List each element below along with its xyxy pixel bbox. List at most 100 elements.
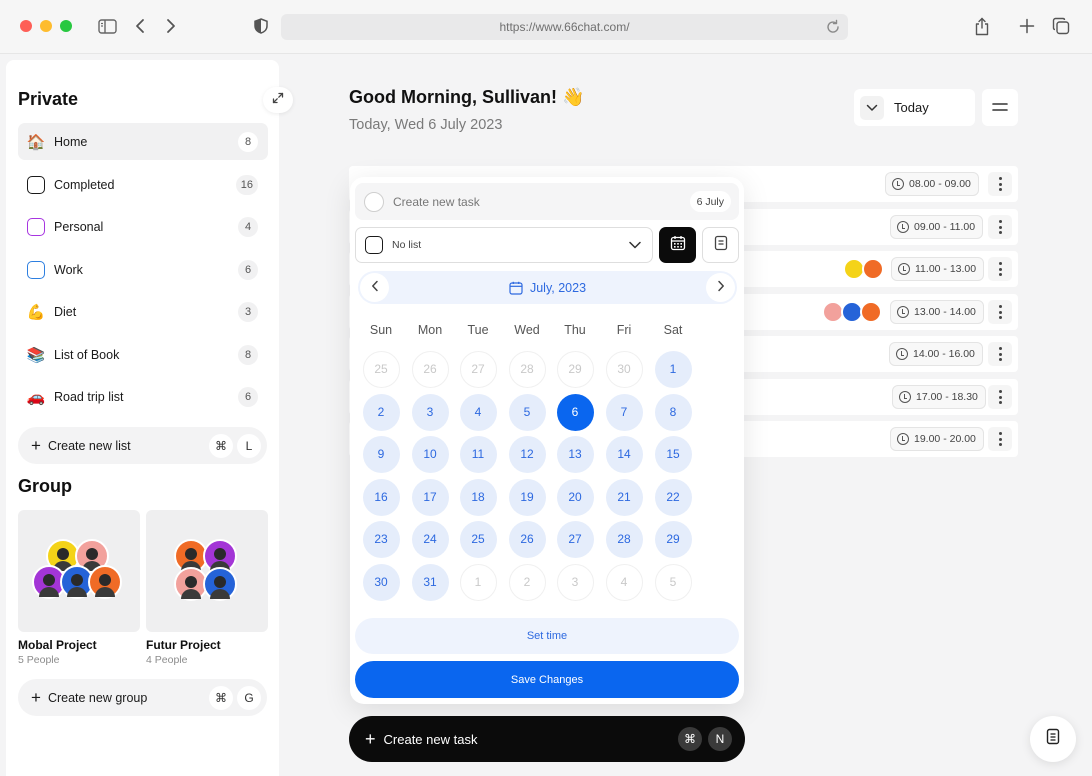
group-card-futur-project[interactable] (146, 510, 268, 632)
calendar-day[interactable]: 14 (605, 435, 643, 473)
sidebar-item-work[interactable]: Work 6 (18, 251, 268, 288)
calendar-icon (509, 281, 523, 295)
time-range: 17.00 - 18.30 (916, 391, 978, 403)
chevron-down-icon (628, 238, 642, 252)
calendar-day[interactable]: 5 (508, 393, 546, 431)
save-changes-button[interactable]: Save Changes (355, 661, 739, 698)
calendar-view-button[interactable] (659, 227, 696, 263)
calendar-day[interactable]: 29 (654, 520, 692, 558)
group-card-mobal-project[interactable] (18, 510, 140, 632)
more-options-icon[interactable] (988, 215, 1012, 239)
n-key-hint: N (708, 727, 732, 751)
calendar-day[interactable]: 3 (411, 393, 449, 431)
share-icon[interactable] (972, 16, 992, 36)
private-section-title: Private (18, 89, 79, 109)
expand-button[interactable] (263, 87, 293, 113)
sidebar-item-label: Home (54, 134, 88, 149)
calendar-day[interactable]: 30 (362, 563, 400, 601)
calendar-day[interactable]: 1 (654, 350, 692, 388)
previous-month-button[interactable] (360, 273, 389, 302)
more-options-icon[interactable] (988, 172, 1012, 196)
item-count-badge: 6 (238, 260, 258, 280)
weekday-label: Thu (564, 323, 586, 337)
calendar-day-outside-month: 5 (654, 563, 692, 601)
reload-icon[interactable] (825, 19, 841, 35)
task-title-input[interactable]: Create new task 6 July (355, 183, 739, 220)
calendar-day[interactable]: 26 (508, 520, 546, 558)
group-name: Mobal Project (18, 638, 97, 652)
close-window-button[interactable] (20, 20, 32, 32)
calendar-day[interactable]: 22 (654, 478, 692, 516)
clock-icon (897, 306, 909, 318)
more-options-icon[interactable] (988, 257, 1012, 281)
calendar-day[interactable]: 21 (605, 478, 643, 516)
item-count-badge: 4 (238, 217, 258, 237)
more-options-icon[interactable] (988, 300, 1012, 324)
back-icon[interactable] (130, 16, 150, 36)
next-month-button[interactable] (706, 273, 735, 302)
list-select-dropdown[interactable]: No list (355, 227, 653, 263)
current-date: Today, Wed 6 July 2023 (349, 117, 503, 133)
calendar-day[interactable]: 13 (556, 435, 594, 473)
chevron-right-icon (717, 280, 725, 295)
calendar-day[interactable]: 4 (459, 393, 497, 431)
task-checkbox[interactable] (364, 191, 384, 212)
maximize-window-button[interactable] (60, 20, 72, 32)
browser-toolbar: https://www.66chat.com/ (0, 0, 1092, 54)
calendar-day[interactable]: 16 (362, 478, 400, 516)
note-view-button[interactable] (702, 227, 739, 263)
view-selector-label: Today (894, 100, 929, 115)
sidebar-item-road-trip-list[interactable]: 🚗 Road trip list 6 (18, 378, 268, 415)
sidebar-item-diet[interactable]: 💪 Diet 3 (18, 293, 268, 330)
more-options-icon[interactable] (988, 427, 1012, 451)
more-options-icon[interactable] (988, 342, 1012, 366)
calendar-day[interactable]: 8 (654, 393, 692, 431)
sidebar-item-home[interactable]: 🏠 Home 8 (18, 123, 268, 160)
notes-fab-button[interactable] (1030, 716, 1076, 762)
note-icon (714, 235, 728, 256)
calendar-day[interactable]: 19 (508, 478, 546, 516)
clock-icon (892, 178, 904, 190)
sidebar-item-label: Work (54, 262, 83, 277)
create-new-task-button[interactable]: + Create new task ⌘ N (349, 716, 745, 762)
calendar-day[interactable]: 12 (508, 435, 546, 473)
month-navigator: July, 2023 (358, 271, 737, 304)
time-range-badge: 09.00 - 11.00 (890, 215, 984, 239)
calendar-day[interactable]: 28 (605, 520, 643, 558)
calendar-day[interactable]: 31 (411, 563, 449, 601)
calendar-day[interactable]: 24 (411, 520, 449, 558)
calendar-day[interactable]: 15 (654, 435, 692, 473)
calendar-day[interactable]: 10 (411, 435, 449, 473)
minimize-window-button[interactable] (40, 20, 52, 32)
calendar-day[interactable]: 9 (362, 435, 400, 473)
address-bar[interactable]: https://www.66chat.com/ (281, 14, 848, 40)
calendar-day[interactable]: 25 (459, 520, 497, 558)
set-time-button[interactable]: Set time (355, 618, 739, 654)
calendar-day[interactable]: 11 (459, 435, 497, 473)
plus-icon: + (31, 436, 41, 455)
sidebar-item-personal[interactable]: Personal 4 (18, 208, 268, 245)
tab-overview-icon[interactable] (1051, 16, 1071, 36)
calendar-day[interactable]: 18 (459, 478, 497, 516)
more-options-icon[interactable] (988, 385, 1012, 409)
calendar-day[interactable]: 20 (556, 478, 594, 516)
calendar-day[interactable]: 7 (605, 393, 643, 431)
calendar-day-selected[interactable]: 6 (556, 393, 594, 431)
menu-button[interactable] (982, 89, 1018, 126)
weekday-label: Mon (417, 323, 443, 337)
task-title-placeholder: Create new task (393, 194, 480, 209)
shield-icon[interactable] (251, 16, 271, 36)
view-selector-dropdown[interactable]: Today (854, 89, 975, 126)
forward-icon[interactable] (161, 16, 181, 36)
create-new-group-button[interactable]: + Create new group ⌘ G (18, 679, 267, 716)
calendar-day[interactable]: 23 (362, 520, 400, 558)
calendar-day[interactable]: 17 (411, 478, 449, 516)
sidebar-item-list-of-book[interactable]: 📚 List of Book 8 (18, 336, 268, 373)
calendar-day-outside-month: 29 (556, 350, 594, 388)
calendar-day[interactable]: 2 (362, 393, 400, 431)
sidebar-item-completed[interactable]: Completed 16 (18, 166, 268, 203)
sidebar-toggle-icon[interactable] (97, 16, 117, 36)
calendar-day[interactable]: 27 (556, 520, 594, 558)
new-tab-icon[interactable] (1017, 16, 1037, 36)
create-new-list-button[interactable]: + Create new list ⌘ L (18, 427, 267, 464)
